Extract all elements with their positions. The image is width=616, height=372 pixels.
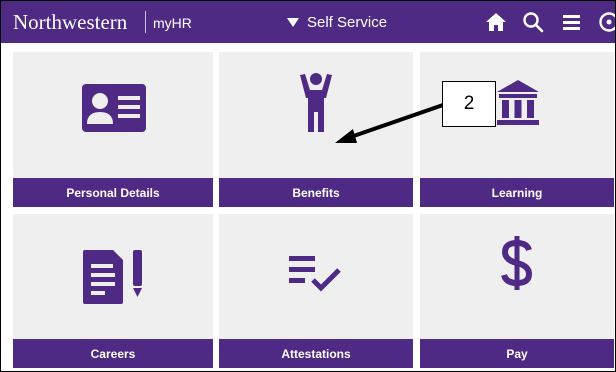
- home-icon[interactable]: [485, 11, 507, 33]
- self-service-dropdown[interactable]: Self Service: [287, 14, 387, 31]
- tile-attestations[interactable]: Attestations: [219, 214, 413, 368]
- nav-title-label: Self Service: [307, 14, 388, 31]
- tile-label: Attestations: [219, 339, 413, 368]
- tile-pay[interactable]: Pay: [420, 214, 614, 368]
- tile-label: Benefits: [219, 178, 413, 207]
- tile-label: Pay: [420, 339, 614, 368]
- tile-careers[interactable]: Careers: [13, 214, 213, 368]
- dollar-icon: [501, 236, 533, 290]
- top-header: Northwestern myHR Self Service: [1, 1, 616, 43]
- checklist-icon: [289, 256, 341, 292]
- compass-icon[interactable]: [598, 11, 616, 33]
- id-card-icon: [82, 84, 146, 132]
- brand-divider: [145, 11, 146, 33]
- document-pen-icon: [83, 250, 142, 304]
- search-icon[interactable]: [522, 11, 544, 33]
- brand-subtitle: myHR: [153, 15, 192, 31]
- tile-label: Learning: [420, 178, 614, 207]
- menu-icon[interactable]: [561, 11, 583, 33]
- annotation-arrow: [335, 103, 444, 143]
- tile-label: Personal Details: [13, 178, 213, 207]
- tile-personal-details[interactable]: Personal Details: [13, 52, 213, 207]
- bank-building-icon: [497, 80, 539, 125]
- person-arms-up-icon: [300, 73, 332, 132]
- triangle-down-icon: [287, 18, 299, 27]
- brand-logo-text[interactable]: Northwestern: [13, 10, 127, 34]
- annotation-callout: 2: [442, 81, 496, 127]
- tile-label: Careers: [13, 339, 213, 368]
- screenshot-frame: Northwestern myHR Self Service Personal …: [0, 0, 616, 372]
